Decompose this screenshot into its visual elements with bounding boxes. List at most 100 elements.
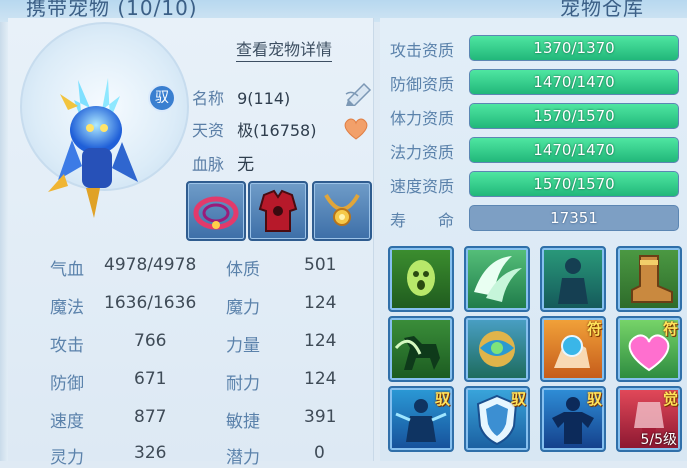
attr-constitution-value-wrap: 501: [304, 255, 336, 275]
attr-magic: 魔力: [226, 293, 260, 318]
hand-skill[interactable]: 符: [540, 316, 606, 382]
heart-icon[interactable]: [343, 117, 369, 141]
speed-quality-label: 速度资质: [390, 177, 455, 196]
quality-value: 1470/1470: [533, 141, 615, 159]
attr-value: 766: [134, 331, 167, 351]
name-label: 名称: [192, 89, 225, 108]
attr-label: 攻击: [50, 336, 84, 356]
attr-defense: 防御: [50, 369, 84, 394]
attr-speed-value-wrap: 877: [134, 407, 166, 427]
aptitude-value: 极(16758): [237, 121, 317, 140]
bloodline-value: 无: [237, 155, 255, 175]
speed-quality-bar: 1570/1570: [469, 171, 679, 197]
attr-value: 124: [304, 369, 337, 389]
defense-quality-label: 防御资质: [390, 75, 455, 94]
heart-skill[interactable]: 符: [616, 316, 682, 382]
figure-shadow-icon: [558, 258, 588, 304]
name-value: 9(114): [237, 89, 291, 108]
wing-icon: [474, 256, 522, 302]
attr-label: 灵力: [50, 448, 84, 468]
magic-quality-bar: 1470/1470: [469, 137, 679, 163]
attr-potential-value-wrap: 0: [314, 443, 325, 463]
necklace-equip-slot[interactable]: [312, 181, 372, 241]
attr-value: 124: [304, 293, 337, 313]
attr-label: 防御: [50, 374, 84, 394]
attr-label: 速度: [50, 412, 84, 432]
attr-label: 体质: [226, 260, 260, 280]
life-value: 17351: [550, 209, 598, 227]
attr-value: 501: [304, 255, 337, 275]
attr-value: 4978/4978: [104, 255, 197, 275]
attr-label: 耐力: [226, 374, 260, 394]
attr-defense-value-wrap: 671: [134, 369, 166, 389]
attr-label: 力量: [226, 336, 260, 356]
attr-agility: 敏捷: [226, 407, 260, 432]
aptitude-row: 天资 极(16758): [192, 117, 316, 141]
wing-skill[interactable]: [464, 246, 530, 312]
edit-name-icon[interactable]: [344, 80, 374, 106]
pet-model[interactable]: [38, 70, 158, 220]
muscle-skill[interactable]: 驭: [540, 386, 606, 452]
attr-spirit: 灵力: [50, 443, 84, 468]
attr-hp: 气血: [50, 255, 84, 280]
skill-tag: 驭: [586, 390, 602, 408]
collar-equip-slot[interactable]: [186, 181, 246, 241]
attr-label: 敏捷: [226, 412, 260, 432]
horse-skill[interactable]: [388, 316, 454, 382]
attr-mp: 魔法: [50, 293, 84, 318]
attr-label: 魔力: [226, 298, 260, 318]
skill-tag: 驭: [510, 390, 526, 408]
collar-icon: [193, 196, 239, 230]
skill-level: 5/5级: [640, 432, 677, 448]
attr-attack-value-wrap: 766: [134, 331, 166, 351]
warrior-skill[interactable]: 驭: [388, 386, 454, 452]
bloodline-label: 血脉: [192, 155, 225, 174]
name-row: 名称 9(114): [192, 85, 290, 109]
attr-label: 潜力: [226, 448, 260, 468]
attr-spirit-value-wrap: 326: [134, 443, 166, 463]
shield-skill[interactable]: 驭: [464, 386, 530, 452]
magic-quality-label: 法力资质: [390, 143, 455, 162]
ghost-icon: [407, 260, 435, 296]
attr-endurance-value-wrap: 124: [304, 369, 336, 389]
boot-icon: [631, 255, 673, 303]
attr-constitution: 体质: [226, 255, 260, 280]
ride-badge: 驭: [148, 84, 176, 112]
stamina-quality-bar: 1570/1570: [469, 103, 679, 129]
attr-endurance: 耐力: [226, 369, 260, 394]
boot-skill[interactable]: [616, 246, 682, 312]
attr-mp-value-wrap: 1636/1636: [104, 293, 196, 313]
bloodline-row: 血脉 无: [192, 150, 254, 175]
quality-value: 1570/1570: [533, 107, 615, 125]
aptitude-label: 天资: [192, 121, 225, 140]
armor-equip-slot[interactable]: [248, 181, 308, 241]
attr-label: 魔法: [50, 298, 84, 318]
attr-strength: 力量: [226, 331, 260, 356]
shadow-skill[interactable]: [540, 246, 606, 312]
attr-magic-value-wrap: 124: [304, 293, 336, 313]
quality-value: 1470/1470: [533, 73, 615, 91]
skill-tag: 驭: [434, 390, 450, 408]
attr-strength-value-wrap: 124: [304, 331, 336, 351]
stamina-quality-label: 体力资质: [390, 109, 455, 128]
ghost-skill[interactable]: [388, 246, 454, 312]
orb-skill[interactable]: [464, 316, 530, 382]
defense-quality-bar: 1470/1470: [469, 69, 679, 95]
attr-value: 124: [304, 331, 337, 351]
awaken-skill[interactable]: 觉 5/5级: [616, 386, 682, 452]
attr-hp-value-wrap: 4978/4978: [104, 255, 196, 275]
quality-value: 1570/1570: [533, 175, 615, 193]
attr-value: 326: [134, 443, 167, 463]
edge-strip: [0, 0, 8, 461]
skill-tag: 觉: [662, 390, 678, 408]
life-bar: 17351: [469, 205, 679, 231]
attr-value: 671: [134, 369, 167, 389]
quality-value: 1370/1370: [533, 39, 615, 57]
life-label: 寿 命: [390, 211, 455, 230]
attr-label: 气血: [50, 260, 84, 280]
view-pet-details-link[interactable]: 查看宠物详情: [236, 36, 333, 62]
attr-attack: 攻击: [50, 331, 84, 356]
attack-quality-bar: 1370/1370: [469, 35, 679, 61]
attr-value: 1636/1636: [104, 293, 197, 313]
orb-icon: [479, 331, 515, 367]
